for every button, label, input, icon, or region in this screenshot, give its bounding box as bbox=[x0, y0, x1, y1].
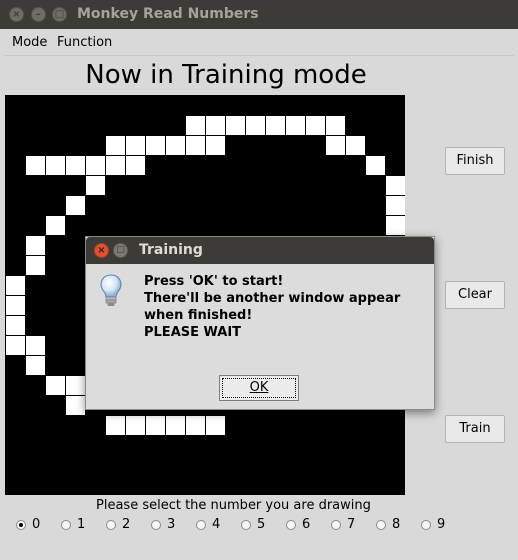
canvas-pixel bbox=[225, 115, 245, 135]
dialog-titlebar: × □ Training bbox=[86, 237, 434, 264]
dialog-message: Press 'OK' to start! There'll be another… bbox=[144, 273, 400, 341]
canvas-pixel bbox=[325, 115, 345, 135]
radio-icon bbox=[241, 520, 251, 530]
canvas-pixel bbox=[365, 155, 385, 175]
radio-icon bbox=[151, 520, 161, 530]
train-button[interactable]: Train bbox=[445, 415, 505, 443]
canvas-pixel bbox=[245, 115, 265, 135]
canvas-pixel bbox=[345, 135, 365, 155]
canvas-pixel bbox=[65, 195, 85, 215]
canvas-pixel bbox=[25, 255, 45, 275]
canvas-pixel bbox=[105, 155, 125, 175]
finish-button[interactable]: Finish bbox=[445, 147, 505, 175]
canvas-pixel bbox=[25, 335, 45, 355]
canvas-pixel bbox=[385, 175, 405, 195]
canvas-pixel bbox=[125, 415, 145, 435]
canvas-pixel bbox=[385, 215, 405, 235]
canvas-pixel bbox=[65, 395, 85, 415]
canvas-pixel bbox=[125, 155, 145, 175]
window-maximize-icon[interactable]: □ bbox=[52, 7, 67, 22]
window-title: Monkey Read Numbers bbox=[77, 6, 259, 22]
training-dialog: × □ Training Press 'OK' to start! There'… bbox=[85, 236, 435, 410]
canvas-pixel bbox=[205, 415, 225, 435]
canvas-pixel bbox=[285, 115, 305, 135]
ok-button-label: OK bbox=[249, 380, 269, 395]
canvas-pixel bbox=[45, 215, 65, 235]
canvas-pixel bbox=[185, 415, 205, 435]
menu-bar: Mode Function bbox=[4, 31, 514, 56]
dialog-maximize-icon[interactable]: □ bbox=[113, 243, 128, 258]
dialog-close-icon[interactable]: × bbox=[94, 243, 109, 258]
dialog-title: Training bbox=[139, 242, 203, 258]
canvas-pixel bbox=[65, 375, 85, 395]
canvas-pixel bbox=[25, 235, 45, 255]
canvas-pixel bbox=[305, 115, 325, 135]
window-titlebar: × – □ Monkey Read Numbers bbox=[0, 0, 518, 29]
dialog-line: PLEASE WAIT bbox=[144, 325, 242, 340]
canvas-pixel bbox=[265, 115, 285, 135]
canvas-pixel bbox=[165, 135, 185, 155]
window-minimize-icon[interactable]: – bbox=[31, 7, 46, 22]
canvas-pixel bbox=[25, 155, 45, 175]
radio-icon bbox=[106, 520, 116, 530]
radio-icon bbox=[61, 520, 71, 530]
canvas-pixel bbox=[205, 135, 225, 155]
canvas-pixel bbox=[5, 295, 25, 315]
canvas-pixel bbox=[165, 415, 185, 435]
canvas-pixel bbox=[105, 135, 125, 155]
window-close-icon[interactable]: × bbox=[9, 7, 24, 22]
dialog-line: There'll be another window appear bbox=[144, 291, 401, 306]
radio-icon bbox=[286, 520, 296, 530]
menu-function[interactable]: Function bbox=[57, 35, 112, 50]
canvas-pixel bbox=[145, 415, 165, 435]
radio-icon bbox=[376, 520, 386, 530]
canvas-pixel bbox=[145, 135, 165, 155]
canvas-pixel bbox=[5, 315, 25, 335]
canvas-pixel bbox=[65, 155, 85, 175]
canvas-pixel bbox=[5, 335, 25, 355]
clear-button[interactable]: Clear bbox=[445, 281, 505, 309]
dialog-line: Press 'OK' to start! bbox=[144, 274, 284, 289]
canvas-pixel bbox=[85, 175, 105, 195]
canvas-pixel bbox=[185, 115, 205, 135]
menu-mode[interactable]: Mode bbox=[12, 35, 47, 50]
lightbulb-icon bbox=[100, 274, 122, 306]
radio-checked-icon bbox=[16, 520, 26, 530]
digit-prompt: Please select the number you are drawing bbox=[96, 498, 371, 513]
canvas-pixel bbox=[325, 135, 345, 155]
ok-button[interactable]: OK bbox=[219, 375, 299, 401]
radio-icon bbox=[196, 520, 206, 530]
canvas-pixel bbox=[385, 195, 405, 215]
dialog-line: when finished! bbox=[144, 308, 253, 323]
canvas-pixel bbox=[25, 355, 45, 375]
canvas-pixel bbox=[45, 155, 65, 175]
canvas-pixel bbox=[205, 115, 225, 135]
radio-icon bbox=[331, 520, 341, 530]
canvas-pixel bbox=[125, 135, 145, 155]
canvas-pixel bbox=[85, 155, 105, 175]
canvas-pixel bbox=[105, 415, 125, 435]
canvas-pixel bbox=[5, 275, 25, 295]
canvas-pixel bbox=[45, 375, 65, 395]
page-title: Now in Training mode bbox=[85, 60, 367, 90]
canvas-pixel bbox=[185, 135, 205, 155]
radio-icon bbox=[421, 520, 431, 530]
